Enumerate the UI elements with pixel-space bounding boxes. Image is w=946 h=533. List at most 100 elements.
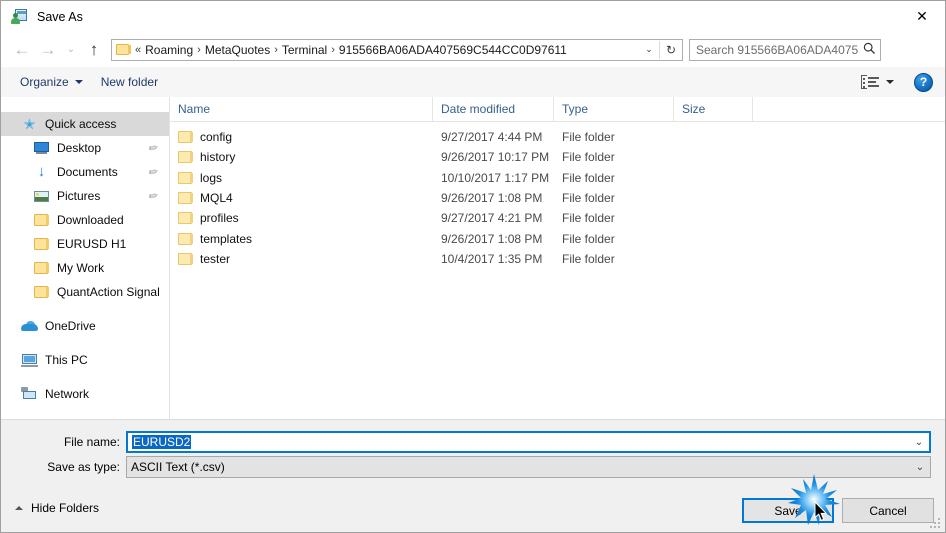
command-bar: Organize New folder ? <box>1 67 945 98</box>
column-header-date-modified[interactable]: Date modified <box>433 97 554 121</box>
sidebar-item-quick-access[interactable]: ✭ Quick access <box>1 112 169 136</box>
navigation-bar: ← → ⌄ ↑ « Roaming › MetaQuotes › Termina… <box>1 32 945 67</box>
sidebar-item-label: QuantAction Signal <box>57 285 160 299</box>
save-button[interactable]: Save <box>742 498 834 523</box>
address-bar[interactable]: « Roaming › MetaQuotes › Terminal › 9155… <box>111 38 683 61</box>
breadcrumb-overflow[interactable]: « <box>131 44 145 56</box>
pin-icon[interactable]: ✐ <box>145 188 160 204</box>
cell-date: 10/10/2017 1:17 PM <box>441 170 550 185</box>
sidebar-item-pictures[interactable]: Pictures ✐ <box>1 184 169 208</box>
hide-folders-button[interactable]: Hide Folders <box>15 501 99 515</box>
cell-date: 9/27/2017 4:21 PM <box>441 211 543 226</box>
command-bar-right: ? <box>857 72 945 92</box>
network-icon <box>21 386 38 402</box>
back-button[interactable]: ← <box>9 37 35 63</box>
sidebar-item-this-pc[interactable]: This PC <box>1 348 169 372</box>
cell-type: File folder <box>562 251 615 266</box>
sidebar-item-label: My Work <box>57 261 105 275</box>
save-as-type-combo[interactable]: ASCII Text (*.csv) ⌄ <box>126 456 931 478</box>
cell-name: profiles <box>170 211 433 225</box>
file-name-label: profiles <box>200 211 239 226</box>
file-name-input[interactable]: EURUSD2 <box>128 435 909 449</box>
folder-icon <box>178 191 194 205</box>
cell-name: tester <box>170 252 433 266</box>
title-bar: Save As ✕ <box>1 1 945 32</box>
recent-locations-button[interactable]: ⌄ <box>61 37 81 63</box>
star-icon: ✭ <box>23 116 36 132</box>
sidebar-item-network[interactable]: Network <box>1 382 169 406</box>
file-name-combo[interactable]: EURUSD2 ⌄ <box>126 431 931 453</box>
folder-icon <box>33 212 50 228</box>
search-icon[interactable] <box>858 42 880 58</box>
table-row[interactable]: logs 10/10/2017 1:17 PM File folder <box>170 168 945 188</box>
search-box[interactable]: Search 915566BA06ADA40756... <box>689 38 881 61</box>
table-row[interactable]: MQL4 9/26/2017 1:08 PM File folder <box>170 188 945 208</box>
breadcrumb-item-terminal[interactable]: Terminal <box>282 43 327 57</box>
organize-label: Organize <box>20 75 69 89</box>
sidebar-item-label: Documents <box>57 165 118 179</box>
chevron-down-icon[interactable]: ⌄ <box>910 462 930 473</box>
sidebar-item-label: OneDrive <box>45 319 96 333</box>
file-name-label: config <box>200 130 233 145</box>
cell-name: logs <box>170 171 433 185</box>
table-row[interactable]: config 9/27/2017 4:44 PM File folder <box>170 127 945 147</box>
pin-icon[interactable]: ✐ <box>145 140 160 156</box>
sidebar-item-downloaded[interactable]: Downloaded <box>1 208 169 232</box>
table-row[interactable]: templates 9/26/2017 1:08 PM File folder <box>170 228 945 248</box>
breadcrumb-item-metaquotes[interactable]: MetaQuotes <box>205 43 270 57</box>
folder-icon <box>178 171 194 185</box>
sidebar-item-quantaction-signal[interactable]: QuantAction Signal <box>1 280 169 304</box>
close-icon[interactable]: ✕ <box>899 1 945 31</box>
file-name-label: history <box>200 150 236 165</box>
save-as-type-label: Save as type: <box>47 460 120 474</box>
window-title: Save As <box>37 9 83 24</box>
cell-type: File folder <box>562 130 615 145</box>
download-arrow-icon: ↓ <box>37 163 46 180</box>
cell-type: File folder <box>562 150 615 165</box>
monitor-icon <box>33 140 50 156</box>
sidebar-item-label: Pictures <box>57 189 101 203</box>
sidebar-item-my-work[interactable]: My Work <box>1 256 169 280</box>
help-button[interactable]: ? <box>914 72 933 92</box>
chevron-down-icon <box>74 80 83 84</box>
sidebar-item-label: This PC <box>45 353 88 367</box>
breadcrumb-item-terminal-id[interactable]: 915566BA06ADA407569C544CC0D97611 <box>339 43 567 57</box>
chevron-right-icon: › <box>274 43 278 56</box>
sidebar-item-eurusd-h1[interactable]: EURUSD H1 <box>1 232 169 256</box>
save-as-type-value: ASCII Text (*.csv) <box>131 460 225 474</box>
chevron-down-icon[interactable]: ⌄ <box>909 437 929 448</box>
sidebar-item-onedrive[interactable]: OneDrive <box>1 314 169 338</box>
column-header-size[interactable]: Size <box>674 97 753 121</box>
search-input[interactable]: Search 915566BA06ADA40756... <box>690 43 858 57</box>
view-options-button[interactable] <box>857 75 898 89</box>
cloud-icon <box>21 318 38 334</box>
forward-button[interactable]: → <box>35 37 61 63</box>
chevron-up-icon <box>15 506 23 510</box>
picture-icon <box>33 188 50 204</box>
cell-type: File folder <box>562 211 615 226</box>
chevron-down-icon[interactable]: ⌄ <box>639 44 659 55</box>
file-list-pane: Name Date modified Type Size config 9/27… <box>170 97 945 419</box>
cell-date: 10/4/2017 1:35 PM <box>441 251 543 266</box>
table-row[interactable]: tester 10/4/2017 1:35 PM File folder <box>170 249 945 269</box>
table-row[interactable]: profiles 9/27/2017 4:21 PM File folder <box>170 208 945 228</box>
refresh-icon[interactable]: ↻ <box>660 43 682 57</box>
sidebar-item-label: Downloaded <box>57 213 124 227</box>
folder-icon <box>33 284 50 300</box>
sidebar-item-documents[interactable]: ↓ Documents ✐ <box>1 160 169 184</box>
cell-date: 9/26/2017 1:08 PM <box>441 231 543 246</box>
column-header-type[interactable]: Type <box>554 97 674 121</box>
folder-icon <box>178 252 194 266</box>
new-folder-button[interactable]: New folder <box>92 70 167 94</box>
pin-icon[interactable]: ✐ <box>145 164 160 180</box>
breadcrumb-item-roaming[interactable]: Roaming <box>145 43 193 57</box>
up-button[interactable]: ↑ <box>81 37 107 63</box>
sidebar-item-label: Quick access <box>45 117 117 131</box>
table-row[interactable]: history 9/26/2017 10:17 PM File folder <box>170 147 945 167</box>
organize-button[interactable]: Organize <box>11 70 92 94</box>
cancel-button[interactable]: Cancel <box>842 498 934 523</box>
resize-grip[interactable] <box>930 518 942 530</box>
column-header-name[interactable]: Name <box>170 97 433 121</box>
navigation-pane: ✭ Quick access Desktop ✐ ↓ Documents ✐ P… <box>1 97 170 419</box>
sidebar-item-desktop[interactable]: Desktop ✐ <box>1 136 169 160</box>
